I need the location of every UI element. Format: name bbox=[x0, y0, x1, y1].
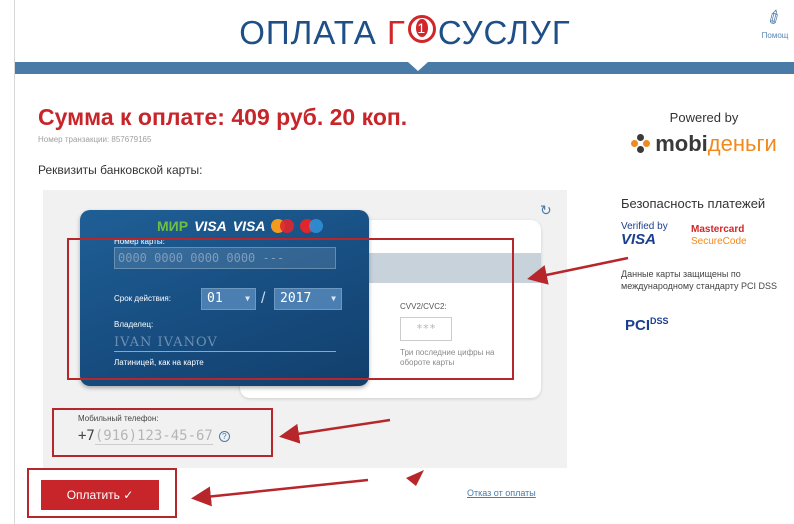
gosuslugi-logo: ОПЛАТА Г СУСЛУГ bbox=[15, 14, 794, 52]
help-link[interactable]: ✐ Помощ bbox=[755, 6, 794, 40]
card-brands: МИР VISA VISA bbox=[157, 218, 324, 234]
powered-by-label: Powered by bbox=[669, 110, 739, 125]
visa-logo: VISA bbox=[194, 218, 227, 234]
mobidengi-dots-icon bbox=[631, 134, 651, 154]
amount-title: Сумма к оплате: 409 руб. 20 коп. bbox=[38, 104, 408, 130]
verified-by-visa-logo: Verified by VISA bbox=[621, 222, 668, 248]
verified-visa-text: VISA bbox=[621, 231, 657, 248]
highlight-phone bbox=[52, 408, 273, 457]
pci-dss-logo: PCIDSS bbox=[625, 316, 669, 334]
cancel-payment-link[interactable]: Отказ от оплаты bbox=[467, 488, 536, 498]
logo-text-part1: ОПЛАТА bbox=[239, 14, 387, 51]
visa-electron-logo: VISA bbox=[232, 218, 266, 234]
maestro-icon-2 bbox=[309, 219, 324, 233]
dss-text: DSS bbox=[650, 316, 669, 326]
securecode-text: SecureCode bbox=[691, 235, 747, 247]
logo-text-part3: СУСЛУГ bbox=[437, 14, 571, 51]
mobidengi-text-1: mobi bbox=[655, 131, 708, 156]
logo-coin-icon bbox=[407, 15, 436, 43]
logo-text-part2: Г bbox=[386, 14, 406, 51]
mobidengi-logo: mobiденьги bbox=[615, 131, 793, 157]
highlight-card-fields bbox=[67, 238, 514, 380]
mastercard-icon-2 bbox=[280, 219, 295, 233]
security-note: Данные карты защищены по международному … bbox=[621, 269, 777, 292]
mastercard-text: Mastercard bbox=[691, 224, 745, 235]
mastercard-securecode-logo: Mastercard SecureCode bbox=[691, 224, 747, 247]
refresh-icon[interactable]: ↻ bbox=[540, 202, 552, 219]
card-requisites-label: Реквизиты банковской карты: bbox=[38, 163, 203, 177]
mobidengi-text-2: деньги bbox=[707, 131, 777, 156]
mir-logo: МИР bbox=[157, 218, 189, 234]
header-band-notch bbox=[408, 62, 428, 71]
powered-by-block: Powered by mobiденьги bbox=[615, 110, 793, 157]
security-title: Безопасность платежей bbox=[621, 196, 766, 211]
pci-text: PCI bbox=[625, 317, 651, 334]
transaction-number: Номер транзакции: 857679165 bbox=[38, 135, 152, 144]
header: ОПЛАТА Г СУСЛУГ ✐ Помощ bbox=[15, 0, 794, 62]
header-band bbox=[15, 62, 794, 74]
highlight-pay-button bbox=[27, 468, 177, 518]
security-block: Безопасность платежей Verified by VISA M… bbox=[621, 196, 791, 334]
